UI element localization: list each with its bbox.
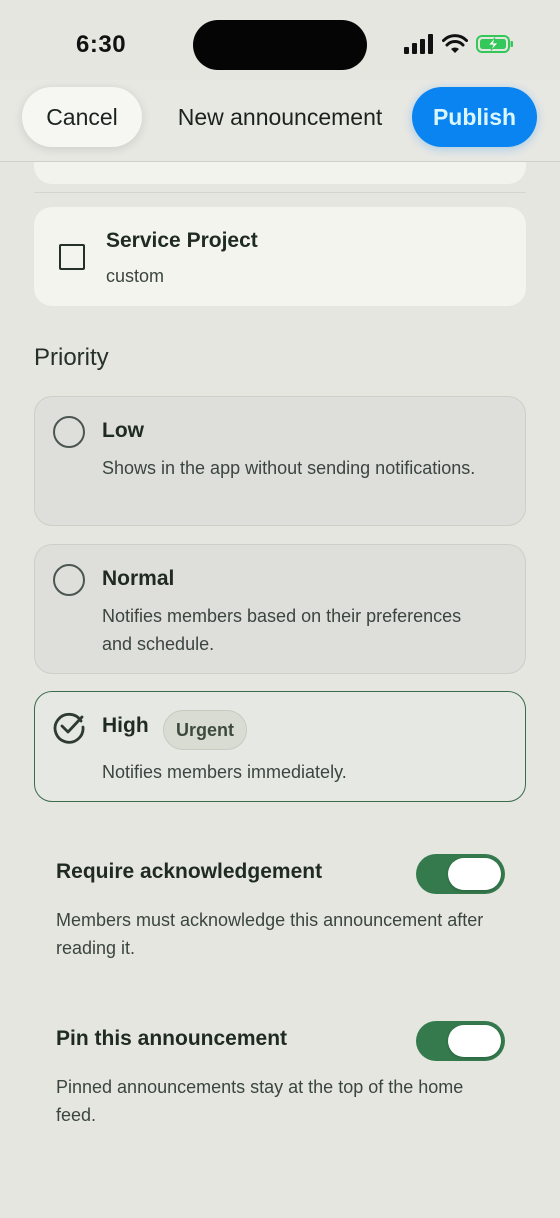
check-circle-icon[interactable]	[51, 709, 87, 745]
wifi-icon	[442, 34, 468, 53]
priority-option-normal[interactable]: Normal Notifies members based on their p…	[34, 544, 526, 674]
screen: 6:30 Cancel New announcement Publish Ser…	[0, 0, 560, 1218]
priority-option-high[interactable]: High Urgent Notifies members immediately…	[34, 691, 526, 802]
priority-option-description: Notifies members immediately.	[102, 762, 347, 782]
status-bar: 6:30	[0, 0, 560, 92]
toggle-knob	[448, 858, 501, 890]
cancel-button[interactable]: Cancel	[22, 87, 142, 147]
priority-option-title: Low	[102, 419, 144, 442]
radio-icon[interactable]	[53, 416, 85, 448]
setting-title: Pin this announcement	[56, 1027, 288, 1050]
priority-section-label: Priority	[34, 344, 109, 371]
setting-pin-announcement: Pin this announcement Pinned announcemen…	[56, 1021, 506, 1127]
radio-icon[interactable]	[53, 564, 85, 596]
priority-option-description: Shows in the app without sending notific…	[102, 458, 476, 478]
publish-button[interactable]: Publish	[412, 87, 537, 147]
priority-option-low[interactable]: Low Shows in the app without sending not…	[34, 396, 526, 526]
urgent-badge: Urgent	[163, 710, 247, 750]
setting-description: Pinned announcements stay at the top of …	[56, 1077, 464, 1125]
nav-header: Cancel New announcement Publish	[0, 80, 560, 162]
pin-announcement-toggle[interactable]	[416, 1021, 505, 1061]
tag-option-subtitle: custom	[106, 266, 165, 286]
setting-title: Require acknowledgement	[56, 860, 323, 883]
require-acknowledgement-toggle[interactable]	[416, 854, 505, 894]
signal-icon	[404, 34, 433, 54]
status-icons	[404, 34, 514, 54]
priority-option-description: Notifies members based on their preferen…	[102, 606, 462, 654]
page-title: New announcement	[177, 104, 383, 130]
dynamic-island	[193, 20, 367, 70]
priority-option-title: High	[102, 714, 149, 737]
status-time: 6:30	[76, 31, 127, 58]
tag-option-title: Service Project	[106, 229, 258, 252]
setting-require-acknowledgement: Require acknowledgement Members must ack…	[56, 854, 506, 960]
checkbox-icon[interactable]	[59, 244, 85, 270]
battery-charging-icon	[476, 35, 513, 53]
divider	[34, 192, 526, 193]
toggle-knob	[448, 1025, 501, 1057]
setting-description: Members must acknowledge this announceme…	[56, 910, 484, 958]
priority-option-title: Normal	[102, 567, 175, 590]
tag-option-service-project[interactable]: Service Project custom	[34, 207, 526, 306]
